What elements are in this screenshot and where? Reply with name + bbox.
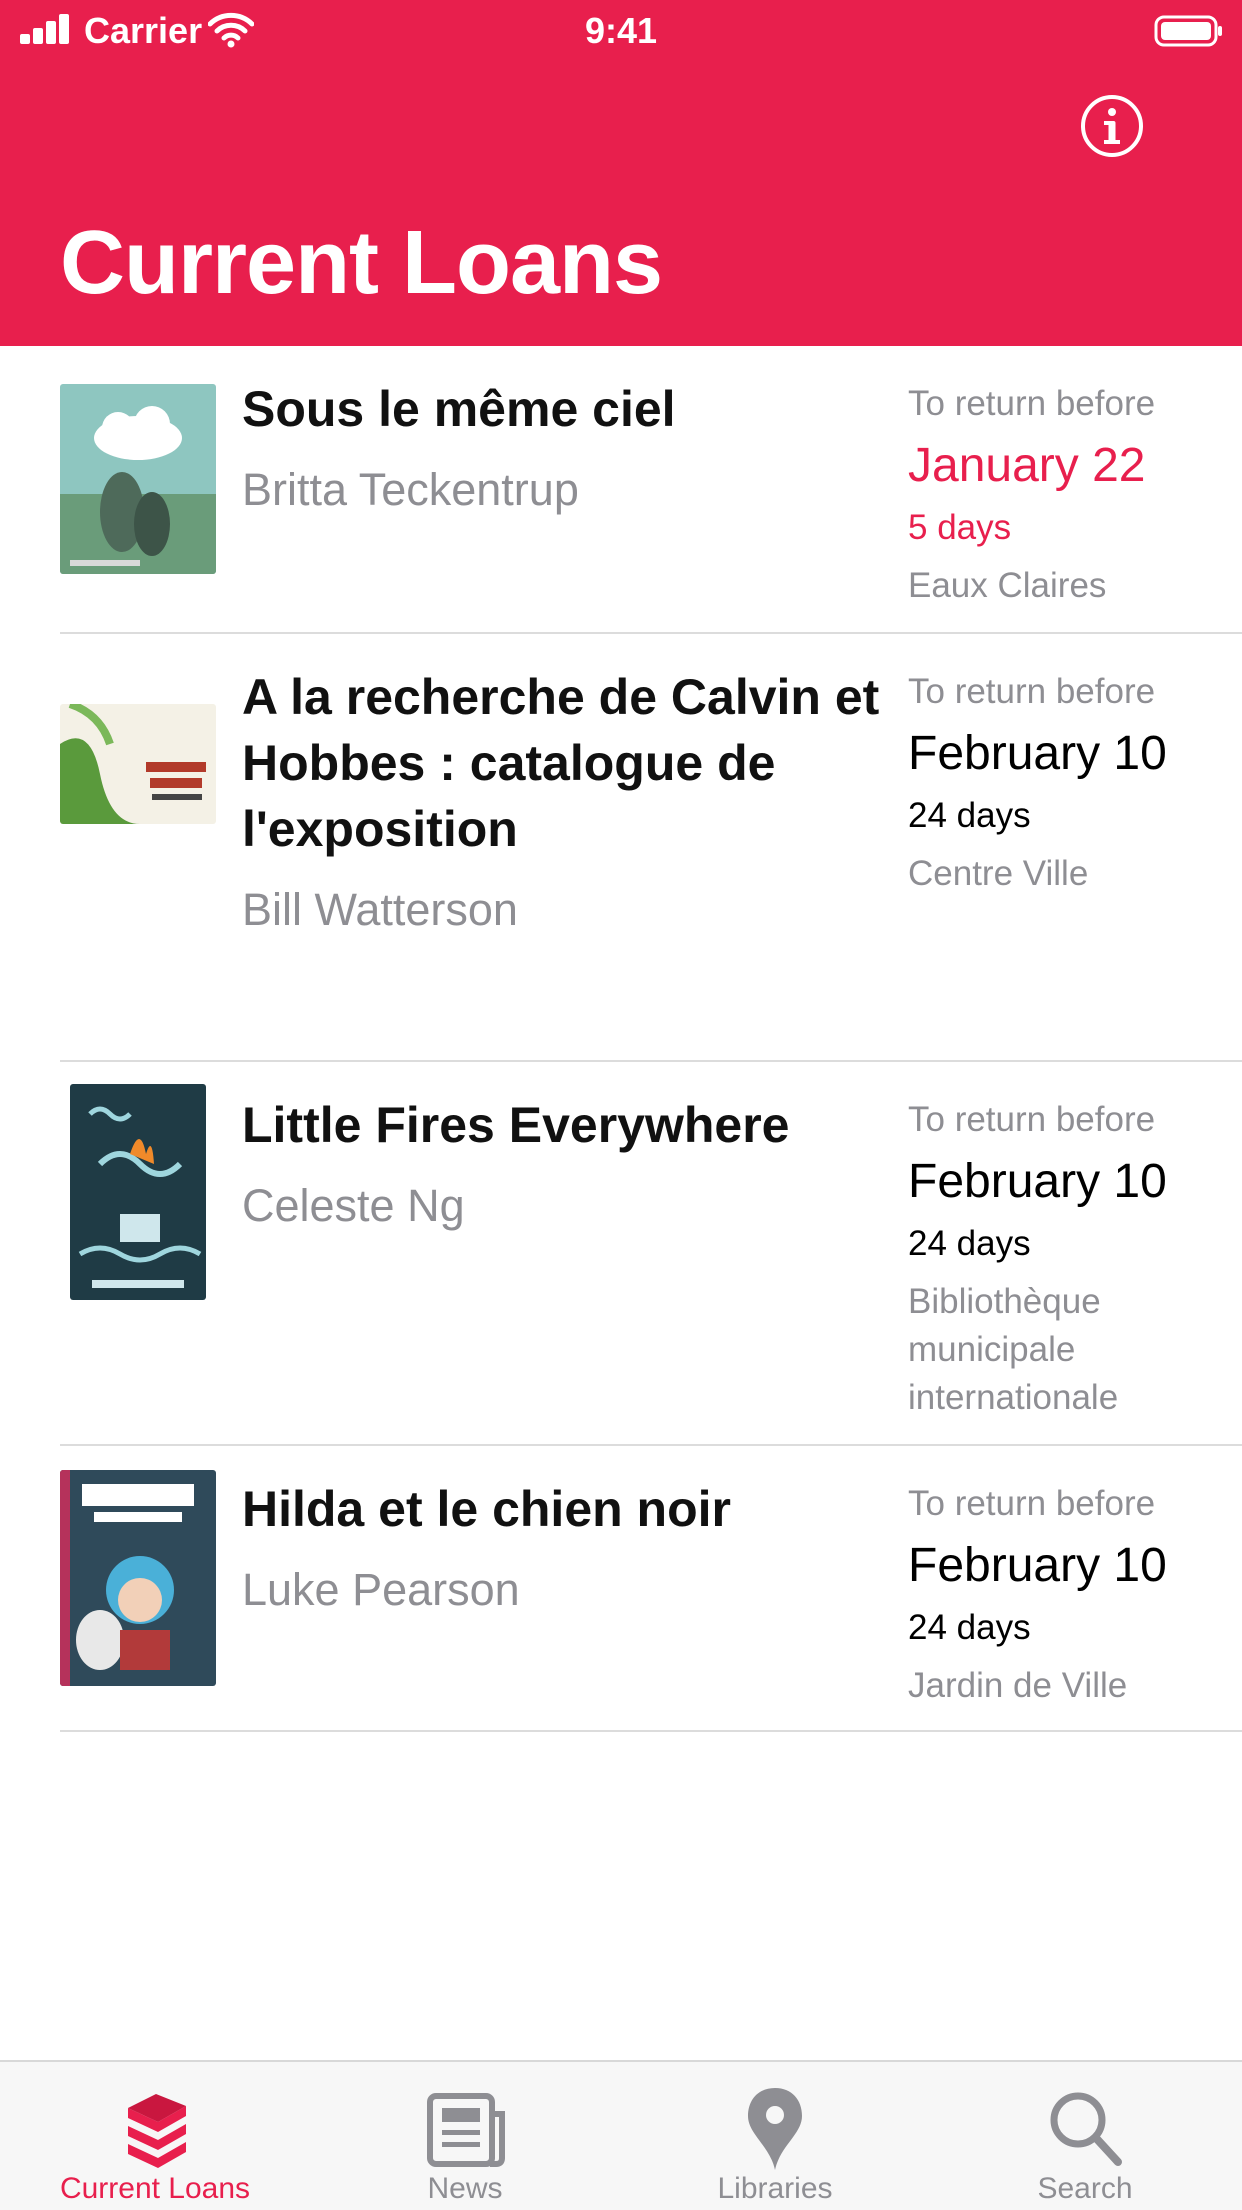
- library-name: Centre Ville: [908, 854, 1089, 893]
- battery-icon: [1154, 15, 1222, 47]
- days-remaining: 24 days: [908, 1224, 1031, 1263]
- book-title: Sous le même ciel: [242, 381, 676, 437]
- due-label: To return before: [908, 1484, 1156, 1523]
- tab-search[interactable]: Search: [930, 2062, 1240, 2210]
- book-author: Celeste Ng: [242, 1180, 465, 1231]
- due-date: February 10: [908, 727, 1167, 780]
- library-name: Jardin de Ville: [908, 1666, 1128, 1705]
- book-title: Little Fires Everywhere: [242, 1097, 790, 1153]
- loan-row[interactable]: Little Fires Everywhere Celeste Ng To re…: [0, 1062, 1242, 1446]
- books-stack-icon: [128, 2094, 186, 2168]
- status-time: 9:41: [584, 10, 658, 51]
- book-author: Bill Watterson: [242, 884, 518, 935]
- tab-label: Libraries: [717, 2172, 833, 2205]
- library-name: Bibliothèque municipale internationale: [908, 1282, 1119, 1417]
- status-bar: Carrier 9:41: [0, 0, 1242, 62]
- newspaper-icon: [427, 2093, 505, 2167]
- row-separator: [60, 1730, 1242, 1732]
- tab-current-loans[interactable]: Current Loans: [0, 2062, 310, 2210]
- book-author: Luke Pearson: [242, 1564, 520, 1615]
- book-cover-image: [60, 1470, 216, 1686]
- due-label: To return before: [908, 1100, 1156, 1139]
- tab-label: Search: [1037, 2172, 1133, 2205]
- magnifier-icon: [1050, 2092, 1122, 2166]
- book-title: Hilda et le chien noir: [242, 1481, 731, 1537]
- days-remaining: 5 days: [908, 508, 1012, 547]
- book-author: Britta Teckentrup: [242, 464, 579, 515]
- library-name: Eaux Claires: [908, 566, 1107, 605]
- tab-label: News: [427, 2172, 503, 2205]
- due-label: To return before: [908, 672, 1156, 711]
- book-cover-image: [60, 704, 216, 824]
- info-icon[interactable]: [1080, 94, 1144, 158]
- loan-row[interactable]: Hilda et le chien noir Luke Pearson To r…: [0, 1446, 1242, 1732]
- tab-label: Current Loans: [59, 2172, 251, 2205]
- days-remaining: 24 days: [908, 796, 1031, 835]
- book-cover-image: [70, 1084, 206, 1300]
- tab-news[interactable]: News: [310, 2062, 620, 2210]
- tab-bar: Current Loans News Libraries Search: [0, 2060, 1242, 2210]
- due-date: February 10: [908, 1539, 1167, 1592]
- page-title: Current Loans: [60, 213, 663, 313]
- days-remaining: 24 days: [908, 1608, 1031, 1647]
- tab-libraries[interactable]: Libraries: [620, 2062, 930, 2210]
- loan-row[interactable]: A la recherche de Calvin et Hobbes : cat…: [0, 634, 1242, 1062]
- navigation-header: Carrier 9:41 Current Loans: [0, 0, 1242, 346]
- map-pin-icon: [748, 2088, 802, 2170]
- book-cover-image: [60, 384, 216, 574]
- due-date: February 10: [908, 1155, 1167, 1208]
- due-date: January 22: [908, 439, 1146, 492]
- due-label: To return before: [908, 384, 1156, 423]
- book-title: A la recherche de Calvin et Hobbes : cat…: [242, 669, 880, 857]
- loan-row[interactable]: Sous le même ciel Britta Teckentrup To r…: [0, 346, 1242, 634]
